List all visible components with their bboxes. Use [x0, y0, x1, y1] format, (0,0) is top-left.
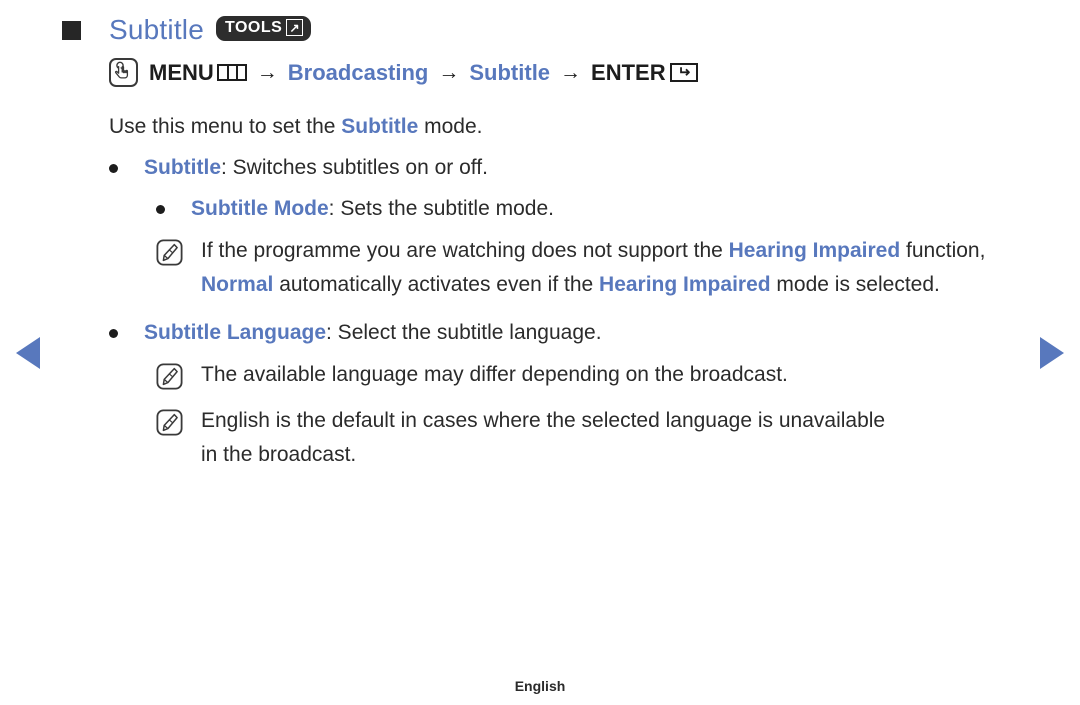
enter-label: ENTER [591, 59, 666, 85]
note-text-part-4: mode is selected. [770, 273, 940, 296]
menu-label: MENU [149, 59, 214, 85]
note-term-hearing-impaired-2: Hearing Impaired [599, 273, 771, 296]
note-text: The available language may differ depend… [201, 363, 788, 386]
note-text-part-2: function, [900, 239, 986, 262]
path-separator-2: → [438, 60, 460, 84]
path-separator-3: → [560, 60, 582, 84]
note-available-language: The available language may differ depend… [156, 358, 1012, 392]
list-item-subtitle-language: Subtitle Language: Select the subtitle l… [109, 316, 1012, 350]
path-step-subtitle[interactable]: Subtitle [469, 60, 550, 86]
note-hearing-impaired: If the programme you are watching does n… [156, 234, 1012, 302]
list-item-term: Subtitle Language [144, 321, 327, 344]
list-item-subtitle-mode: Subtitle Mode: Sets the subtitle mode. [156, 192, 1012, 226]
list-item-term: Subtitle [144, 156, 221, 179]
menu-path: MENU → Broadcasting → Subtitle → ENTER [109, 58, 1012, 87]
note-text-part-3: automatically activates even if the [273, 273, 600, 296]
list-item-text: Subtitle Mode: Sets the subtitle mode. [191, 192, 554, 226]
hand-press-icon [109, 58, 138, 87]
list-item-text: Subtitle: Switches subtitles on or off. [144, 151, 488, 185]
lead-paragraph: Use this menu to set the Subtitle mode. [109, 110, 1012, 144]
square-bullet-icon [62, 20, 81, 40]
note-term-normal: Normal [201, 273, 274, 296]
prev-page-arrow-icon[interactable] [16, 337, 40, 369]
note-text: English is the default in cases where th… [201, 409, 886, 466]
page-title: Subtitle [109, 14, 204, 45]
note-text: If the programme you are watching does n… [201, 234, 991, 302]
enter-return-icon [669, 63, 698, 82]
arrow-in-box-icon [286, 19, 304, 36]
content-column: Subtitle TOOLS MENU → Broadcasting → Sub… [62, 10, 1012, 472]
list-item-desc: : Switches subtitles on or off. [221, 156, 488, 179]
tools-badge[interactable]: TOOLS [216, 15, 312, 41]
menu-grid-icon [216, 64, 247, 81]
note-pencil-icon [156, 239, 183, 266]
note-text-part-1: If the programme you are watching does n… [201, 239, 729, 262]
list-item-desc: : Select the subtitle language. [326, 321, 602, 344]
list-item-desc: : Sets the subtitle mode. [328, 197, 554, 220]
manual-page: Subtitle TOOLS MENU → Broadcasting → Sub… [0, 0, 1080, 705]
bullet-dot-icon [109, 164, 118, 173]
note-pencil-icon [156, 363, 183, 390]
lead-term: Subtitle [341, 115, 419, 138]
page-title-row: Subtitle TOOLS [62, 10, 1012, 50]
lead-text-after: mode. [418, 115, 483, 138]
lead-text-before: Use this menu to set the [109, 115, 342, 138]
next-page-arrow-icon[interactable] [1040, 337, 1064, 369]
note-term-hearing-impaired-1: Hearing Impaired [728, 239, 901, 262]
path-separator-1: → [256, 60, 278, 84]
bullet-dot-icon [156, 205, 165, 214]
list-item-subtitle: Subtitle: Switches subtitles on or off. [109, 151, 1012, 185]
bullet-dot-icon [109, 329, 118, 338]
tools-badge-label: TOOLS [225, 18, 283, 36]
list-item-term: Subtitle Mode [191, 197, 329, 220]
list-item-text: Subtitle Language: Select the subtitle l… [144, 316, 602, 350]
footer-language: English [514, 678, 566, 694]
path-step-broadcasting[interactable]: Broadcasting [288, 60, 429, 86]
note-english-default: English is the default in cases where th… [156, 404, 1012, 472]
note-pencil-icon [156, 409, 183, 436]
